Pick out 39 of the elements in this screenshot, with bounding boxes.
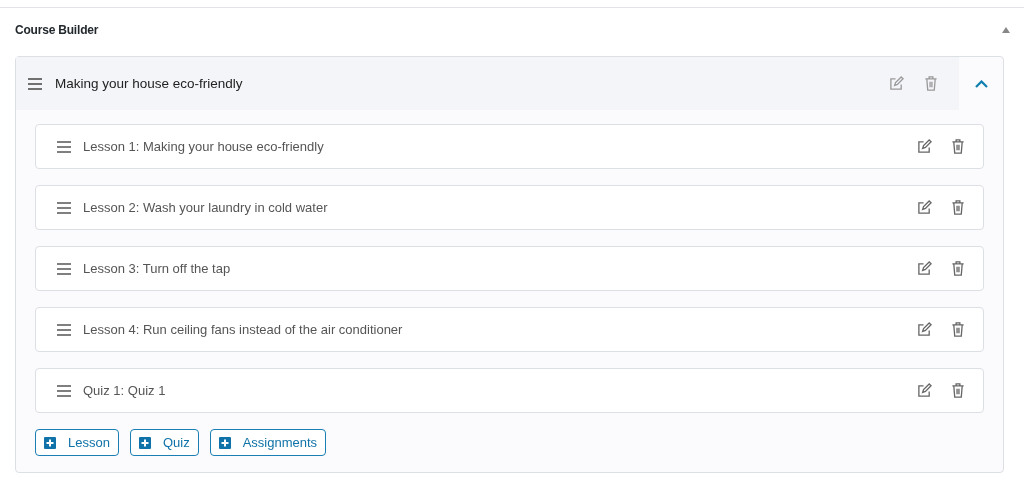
drag-handle-icon[interactable]: [57, 201, 71, 214]
trash-icon[interactable]: [951, 383, 965, 398]
drag-handle-icon[interactable]: [57, 262, 71, 275]
chevron-icon[interactable]: [974, 79, 988, 88]
lesson-title: Lesson 2: Wash your laundry in cold water: [83, 200, 328, 215]
trash-icon[interactable]: [951, 139, 965, 154]
edit-icon[interactable]: [917, 200, 932, 215]
topic-title: Making your house eco-friendly: [55, 76, 243, 91]
plus-icon: [218, 436, 231, 449]
drag-handle-icon[interactable]: [57, 384, 71, 397]
edit-icon[interactable]: [889, 76, 904, 91]
add-button[interactable]: Quiz: [129, 429, 199, 456]
lesson-item[interactable]: Lesson 3: Turn off the tap: [35, 246, 984, 291]
lesson-title: Lesson 3: Turn off the tap: [83, 261, 231, 276]
trash-icon[interactable]: [951, 322, 965, 337]
lesson-item[interactable]: Lesson 1: Making your house eco-friendly: [35, 124, 984, 169]
add-button[interactable]: Lesson: [35, 429, 119, 456]
edit-icon[interactable]: [917, 322, 932, 337]
drag-handle-icon[interactable]: [28, 77, 42, 90]
lesson-title: Lesson 4: Run ceiling fans instead of the air conditioner: [83, 322, 403, 337]
drag-handle-icon[interactable]: [57, 323, 71, 336]
add-button[interactable]: Assignments: [209, 429, 327, 456]
lesson-item[interactable]: Lesson 2: Wash your laundry in cold water: [35, 185, 984, 230]
trash-icon[interactable]: [951, 261, 965, 276]
lesson-title: Quiz 1: Quiz 1: [83, 383, 166, 398]
collapse-triangle-icon[interactable]: [1002, 26, 1010, 33]
edit-icon[interactable]: [917, 383, 932, 398]
lesson-title: Lesson 1: Making your house eco-friendly: [83, 139, 324, 154]
trash-icon[interactable]: [924, 76, 938, 91]
lesson-item[interactable]: Lesson 4: Run ceiling fans instead of the air conditioner: [35, 307, 984, 352]
panel-title: Course Builder: [15, 22, 99, 37]
lesson-item[interactable]: Quiz 1: Quiz 1: [35, 368, 984, 413]
plus-icon: [44, 436, 56, 449]
topic-header[interactable]: Making your house eco-friendly: [16, 57, 959, 110]
plus-icon: [138, 436, 151, 449]
drag-handle-icon[interactable]: [57, 140, 71, 153]
trash-icon[interactable]: [951, 200, 965, 215]
edit-icon[interactable]: [917, 139, 932, 154]
edit-icon[interactable]: [917, 261, 932, 276]
